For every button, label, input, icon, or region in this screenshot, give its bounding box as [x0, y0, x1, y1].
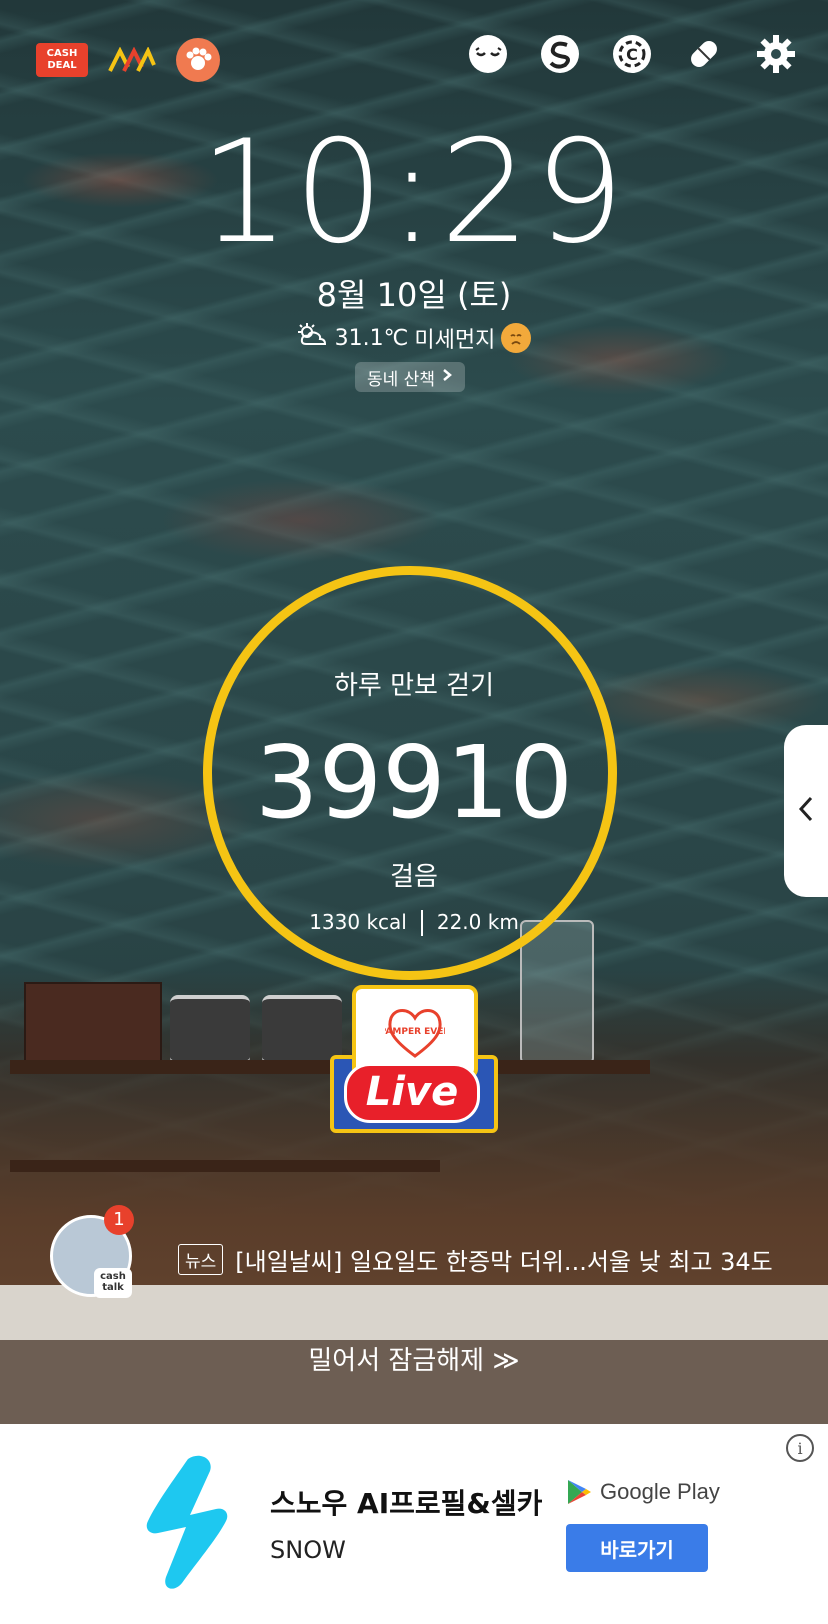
frown-face-icon [501, 323, 532, 353]
svg-text:PAMPER EVER: PAMPER EVER [385, 1027, 445, 1037]
news-headline: [내일날씨] 일요일도 한증막 더위...서울 낮 최고 34도 [235, 1248, 773, 1276]
clock-time: 10:29 [199, 110, 629, 275]
go-button[interactable]: 바로가기 [566, 1524, 708, 1572]
top-left-apps: CASH DEAL [36, 38, 220, 82]
pill-icon[interactable] [682, 32, 726, 76]
lock-screen: CASH DEAL C 10:29 8월 10일 (토) 31.1℃ 미세먼지 … [0, 0, 828, 1624]
walk-pill-label: 동네 산책 [367, 369, 435, 390]
walk-pill-button[interactable]: 동네 산책 [355, 362, 465, 392]
news-ticker[interactable]: 뉴스 [내일날씨] 일요일도 한증막 더위...서울 낮 최고 34도 [178, 1242, 773, 1277]
pedometer-title: 하루 만보 걷기 [333, 671, 495, 701]
snow-logo-icon [146, 1455, 228, 1589]
slide-to-unlock[interactable]: 밀어서 잠금해제 ≫ [0, 1340, 828, 1377]
news-tag: 뉴스 [178, 1244, 224, 1275]
distance-value: 22.0 km [436, 910, 519, 934]
cashtalk-label-1: cash [100, 1271, 126, 1282]
wooden-box [24, 982, 162, 1068]
pedometer-stats: 1330 kcal 22.0 km [0, 910, 828, 936]
step-count: 39910 [254, 724, 574, 841]
ceramic-jar [170, 995, 250, 1065]
shelf-bottom [10, 1160, 440, 1172]
kcal-value: 1330 kcal [309, 910, 407, 934]
side-drawer-tab[interactable] [784, 725, 828, 897]
top-right-tools: C [466, 32, 798, 76]
sleepy-face-icon[interactable] [466, 32, 510, 76]
clock-date: 8월 10일 (토) [316, 276, 512, 314]
weather-row[interactable]: 31.1℃ 미세먼지 [0, 322, 828, 354]
cash-deal-label-1: CASH [46, 48, 78, 59]
stats-divider [420, 910, 423, 936]
dust-label: 미세먼지 [414, 328, 496, 353]
notification-badge: 1 [104, 1205, 134, 1235]
cashtalk-icon: cash talk [94, 1268, 132, 1298]
ad-title: 스노우 AI프로필&셀카 [270, 1487, 543, 1520]
chevron-right-icon [441, 367, 453, 387]
cash-deal-icon[interactable]: CASH DEAL [36, 43, 88, 77]
partly-cloudy-icon [297, 322, 329, 354]
temperature: 31.1℃ [334, 325, 409, 351]
heart-logo-icon: PAMPER EVER [385, 1009, 445, 1058]
live-badge: Live [344, 1063, 480, 1123]
google-play-badge: Google Play [566, 1478, 720, 1506]
ml-logo-icon[interactable] [106, 43, 158, 77]
live-event-chest[interactable]: PAMPER EVER Live [330, 985, 498, 1135]
ad-banner[interactable]: i 스노우 AI프로필&셀카 SNOW Google Play 바로가기 [0, 1424, 828, 1624]
step-unit: 걸음 [390, 862, 438, 892]
google-play-icon [568, 1480, 591, 1504]
c-chip-icon[interactable]: C [610, 32, 654, 76]
google-play-label: Google Play [600, 1479, 720, 1504]
ad-subtitle: SNOW [270, 1536, 346, 1564]
s-logo-icon[interactable] [538, 32, 582, 76]
cashtalk-label-2: talk [102, 1282, 124, 1293]
gear-icon[interactable] [754, 32, 798, 76]
cash-deal-label-2: DEAL [47, 60, 77, 71]
svg-text:C: C [626, 45, 638, 64]
french-press [520, 920, 594, 1064]
paw-icon[interactable] [176, 38, 220, 82]
chevron-left-icon [797, 794, 815, 828]
ad-info-icon[interactable]: i [786, 1434, 814, 1462]
